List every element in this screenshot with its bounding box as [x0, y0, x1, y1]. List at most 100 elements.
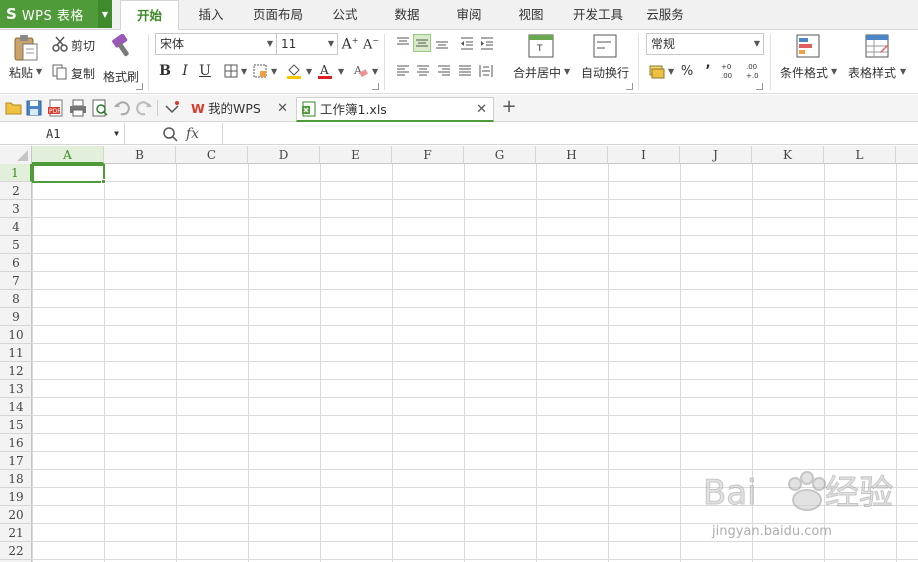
tab-insert[interactable]: 插入: [186, 0, 236, 30]
zoom-search-icon[interactable]: [162, 126, 178, 142]
open-folder-icon[interactable]: [5, 99, 23, 117]
column-header-k[interactable]: K: [752, 146, 824, 164]
row-header-21[interactable]: 21: [0, 524, 32, 542]
bold-button[interactable]: B: [156, 62, 174, 80]
italic-button[interactable]: I: [176, 62, 194, 80]
increase-indent-button[interactable]: [478, 34, 496, 52]
export-pdf-icon[interactable]: PDF: [47, 99, 65, 117]
tab-developer[interactable]: 开发工具: [566, 0, 630, 30]
decrease-indent-button[interactable]: [458, 34, 476, 52]
align-top-button[interactable]: [394, 34, 412, 52]
distributed-align-button[interactable]: [477, 62, 495, 80]
paste-button[interactable]: [6, 34, 46, 90]
tab-review[interactable]: 审阅: [444, 0, 494, 30]
redo-icon[interactable]: [135, 99, 153, 117]
doc-tab-workbook1[interactable]: 工作簿1.xls ✕: [296, 97, 494, 122]
wrap-text-button[interactable]: 自动换行: [578, 32, 634, 90]
customize-toolbar-icon[interactable]: [163, 99, 181, 117]
row-header-2[interactable]: 2: [0, 182, 32, 200]
row-header-13[interactable]: 13: [0, 380, 32, 398]
decrease-font-size-button[interactable]: A−: [362, 35, 380, 53]
format-painter-button[interactable]: 格式刷: [102, 34, 142, 90]
conditional-format-button[interactable]: 条件格式 ▼: [776, 32, 840, 90]
cell-style-button[interactable]: [251, 62, 269, 80]
row-header-7[interactable]: 7: [0, 272, 32, 290]
copy-button[interactable]: 复制: [50, 62, 98, 82]
alignment-launcher-icon[interactable]: [626, 83, 633, 90]
borders-button[interactable]: [222, 62, 240, 80]
row-header-19[interactable]: 19: [0, 488, 32, 506]
row-header-4[interactable]: 4: [0, 218, 32, 236]
clipboard-launcher-icon[interactable]: [136, 83, 143, 90]
chevron-down-icon[interactable]: ▼: [36, 67, 42, 76]
select-all-corner[interactable]: [0, 146, 32, 164]
underline-button[interactable]: U: [196, 62, 214, 80]
merge-center-button[interactable]: T 合并居中 ▼: [508, 32, 574, 90]
column-header-b[interactable]: B: [104, 146, 176, 164]
print-icon[interactable]: [69, 99, 87, 117]
chevron-down-icon[interactable]: ▼: [668, 67, 674, 76]
row-header-8[interactable]: 8: [0, 290, 32, 308]
doc-tab-my-wps[interactable]: W 我的WPS ✕: [186, 97, 294, 122]
font-launcher-icon[interactable]: [372, 83, 379, 90]
column-header-h[interactable]: H: [536, 146, 608, 164]
row-header-9[interactable]: 9: [0, 308, 32, 326]
undo-icon[interactable]: [113, 99, 131, 117]
number-format-select[interactable]: 常规 ▼: [646, 33, 764, 55]
column-header-j[interactable]: J: [680, 146, 752, 164]
tab-home[interactable]: 开始: [120, 0, 179, 31]
tab-view[interactable]: 视图: [506, 0, 556, 30]
chevron-down-icon[interactable]: ▼: [98, 0, 112, 28]
align-left-button[interactable]: [394, 62, 412, 80]
decrease-decimal-button[interactable]: .00 +.0: [745, 61, 767, 81]
chevron-down-icon[interactable]: ▼: [271, 67, 277, 76]
column-header-c[interactable]: C: [176, 146, 248, 164]
close-icon[interactable]: ✕: [277, 97, 288, 121]
currency-format-button[interactable]: [648, 62, 666, 80]
chevron-down-icon[interactable]: ▼: [338, 67, 344, 76]
align-right-button[interactable]: [435, 62, 453, 80]
row-header-20[interactable]: 20: [0, 506, 32, 524]
justify-button[interactable]: [456, 62, 474, 80]
font-color-button[interactable]: A: [316, 62, 334, 80]
row-header-3[interactable]: 3: [0, 200, 32, 218]
percent-button[interactable]: %: [678, 62, 696, 80]
row-header-22[interactable]: 22: [0, 542, 32, 560]
close-icon[interactable]: ✕: [476, 98, 487, 122]
increase-decimal-button[interactable]: +0.00: [720, 61, 742, 81]
align-bottom-button[interactable]: [433, 34, 451, 52]
row-header-17[interactable]: 17: [0, 452, 32, 470]
fill-handle[interactable]: [101, 179, 106, 184]
cut-button[interactable]: 剪切: [50, 34, 98, 54]
app-menu-button[interactable]: S WPS 表格 ▼: [0, 0, 112, 28]
save-icon[interactable]: [25, 99, 43, 117]
clear-format-button[interactable]: A: [351, 62, 369, 80]
chevron-down-icon[interactable]: ▼: [306, 67, 312, 76]
column-header-a[interactable]: A: [32, 146, 104, 164]
font-name-select[interactable]: 宋体 ▼: [155, 33, 277, 55]
row-header-12[interactable]: 12: [0, 362, 32, 380]
row-header-16[interactable]: 16: [0, 434, 32, 452]
row-header-1[interactable]: 1: [0, 164, 32, 182]
row-header-10[interactable]: 10: [0, 326, 32, 344]
align-center-button[interactable]: [414, 62, 432, 80]
row-header-15[interactable]: 15: [0, 416, 32, 434]
active-cell-a1[interactable]: [32, 164, 105, 183]
tab-cloud-service[interactable]: 云服务: [638, 0, 692, 30]
row-header-5[interactable]: 5: [0, 236, 32, 254]
column-header-e[interactable]: E: [320, 146, 392, 164]
row-header-6[interactable]: 6: [0, 254, 32, 272]
column-header-i[interactable]: I: [608, 146, 680, 164]
row-header-11[interactable]: 11: [0, 344, 32, 362]
row-header-14[interactable]: 14: [0, 398, 32, 416]
tab-formulas[interactable]: 公式: [320, 0, 370, 30]
column-header-g[interactable]: G: [464, 146, 536, 164]
column-header-l[interactable]: L: [824, 146, 896, 164]
formula-input[interactable]: [222, 123, 918, 145]
name-box[interactable]: A1 ▼: [0, 123, 125, 145]
increase-font-size-button[interactable]: A+: [341, 35, 359, 53]
new-tab-button[interactable]: +: [500, 97, 518, 119]
number-launcher-icon[interactable]: [756, 83, 763, 90]
align-middle-button[interactable]: [413, 34, 431, 52]
table-style-button[interactable]: 表格样式 ▼: [845, 32, 909, 90]
